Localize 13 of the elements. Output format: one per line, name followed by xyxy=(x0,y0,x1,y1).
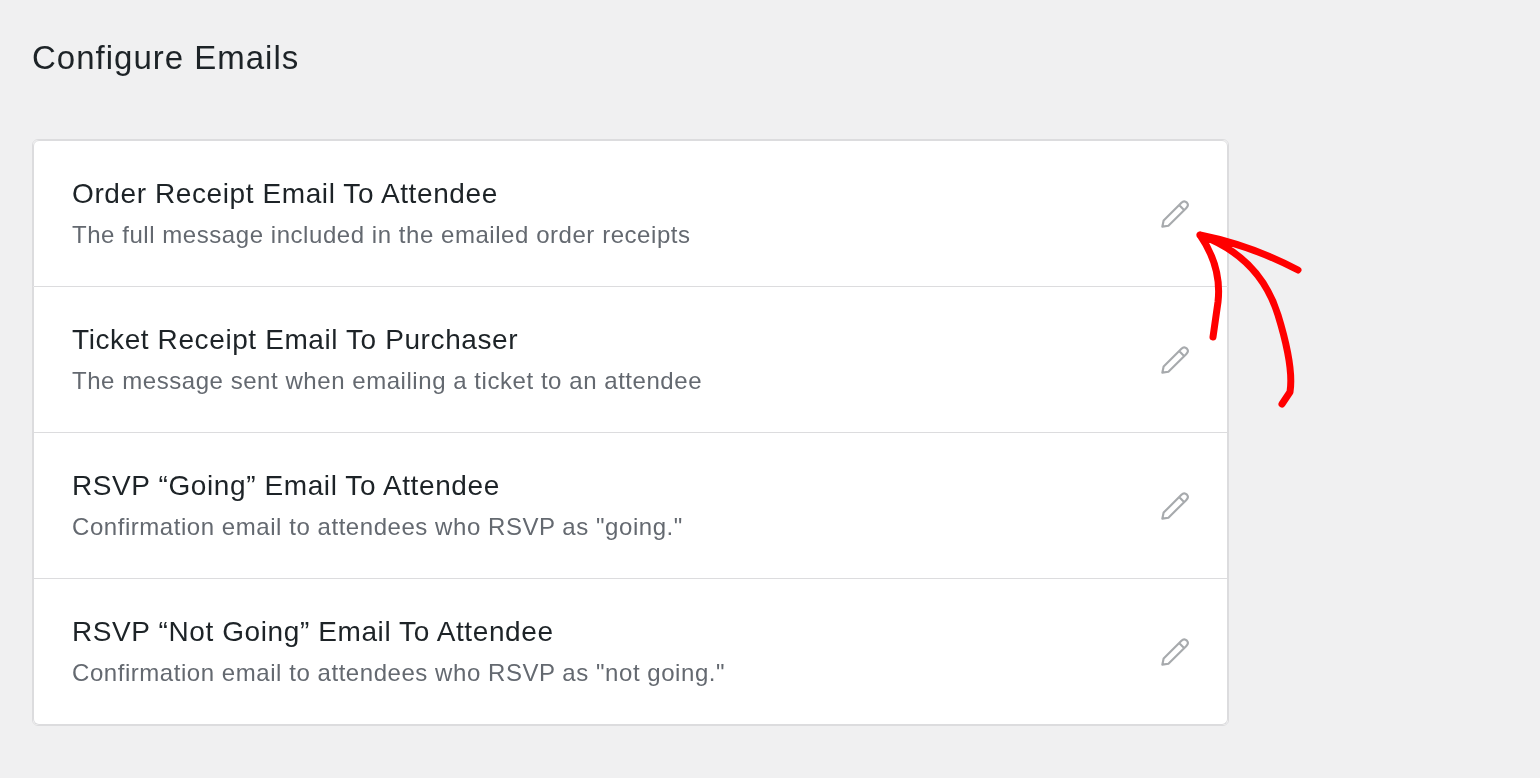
edit-icon[interactable] xyxy=(1161,637,1190,666)
edit-icon[interactable] xyxy=(1161,491,1190,520)
edit-icon[interactable] xyxy=(1161,199,1190,228)
edit-icon[interactable] xyxy=(1161,345,1190,374)
page-title: Configure Emails xyxy=(32,38,300,78)
email-description: Confirmation email to attendees who RSVP as "not going." xyxy=(72,659,726,687)
email-title: RSVP “Not Going” Email To Attendee xyxy=(72,616,555,648)
email-title: RSVP “Going” Email To Attendee xyxy=(72,470,501,502)
email-description: The full message included in the emailed order receipts xyxy=(72,221,691,249)
email-description: The message sent when emailing a ticket to an attendee xyxy=(72,367,703,395)
email-description: Confirmation email to attendees who RSVP as "going." xyxy=(72,513,683,541)
email-title: Order Receipt Email To Attendee xyxy=(72,178,499,210)
email-title: Ticket Receipt Email To Purchaser xyxy=(72,324,520,356)
